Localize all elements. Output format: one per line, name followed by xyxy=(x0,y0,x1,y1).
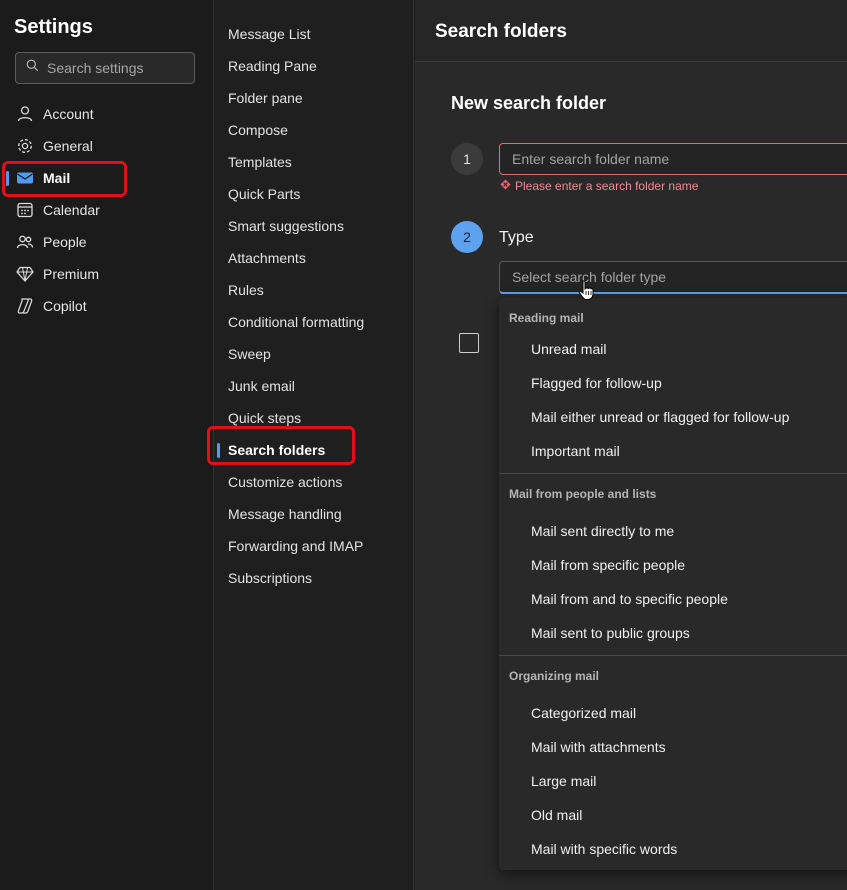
settings-sidebar: Settings Account General xyxy=(0,0,214,890)
nav-item-label: Copilot xyxy=(43,298,87,314)
nav-item-label: Premium xyxy=(43,266,100,282)
settings-nav: Account General Mail Calendar People Pre… xyxy=(0,98,214,322)
dropdown-group-people-lists: Mail from people and lists Mail sent dir… xyxy=(499,474,847,656)
content-header: Search folders xyxy=(415,0,847,62)
mail-setting-message-handling[interactable]: Message handling xyxy=(215,498,414,530)
dropdown-option-specific-words[interactable]: Mail with specific words xyxy=(499,832,847,866)
copilot-icon xyxy=(16,297,34,315)
step-1-badge: 1 xyxy=(451,143,483,175)
settings-search-input[interactable] xyxy=(47,60,197,76)
mail-setting-compose[interactable]: Compose xyxy=(215,114,414,146)
mail-setting-reading-pane[interactable]: Reading Pane xyxy=(215,50,414,82)
mail-setting-quick-parts[interactable]: Quick Parts xyxy=(215,178,414,210)
dropdown-group-header: Organizing mail xyxy=(509,669,600,683)
dropdown-option-flagged[interactable]: Flagged for follow-up xyxy=(499,366,847,400)
dropdown-option-from-specific-people[interactable]: Mail from specific people xyxy=(499,548,847,582)
nav-item-people[interactable]: People xyxy=(0,226,214,258)
dropdown-option-unread-or-flagged[interactable]: Mail either unread or flagged for follow… xyxy=(499,400,847,434)
dropdown-option-public-groups[interactable]: Mail sent to public groups xyxy=(499,616,847,650)
mail-setting-folder-pane[interactable]: Folder pane xyxy=(215,82,414,114)
dropdown-option-unread-mail[interactable]: Unread mail xyxy=(499,332,847,366)
gear-icon xyxy=(16,137,34,155)
search-icon xyxy=(26,59,39,77)
calendar-icon xyxy=(16,201,34,219)
mail-setting-junk-email[interactable]: Junk email xyxy=(215,370,414,402)
dropdown-option-large-mail[interactable]: Large mail xyxy=(499,764,847,798)
dropdown-group-header: Reading mail xyxy=(509,311,584,325)
page-title: Search folders xyxy=(435,21,567,42)
mail-settings-pane: Message List Reading Pane Folder pane Co… xyxy=(207,0,414,890)
mail-setting-attachments[interactable]: Attachments xyxy=(215,242,414,274)
search-folders-content: Search folders New search folder 1 Pleas… xyxy=(415,0,847,890)
nav-item-premium[interactable]: Premium xyxy=(0,258,214,290)
type-label: Type xyxy=(499,229,534,246)
mail-setting-conditional-formatting[interactable]: Conditional formatting xyxy=(215,306,414,338)
mail-setting-sweep[interactable]: Sweep xyxy=(215,338,414,370)
search-folder-name-input[interactable] xyxy=(499,143,847,175)
dropdown-option-from-to-specific-people[interactable]: Mail from and to specific people xyxy=(499,582,847,616)
nav-item-calendar[interactable]: Calendar xyxy=(0,194,214,226)
person-icon xyxy=(16,105,34,123)
option-checkbox[interactable] xyxy=(459,333,479,353)
section-title: New search folder xyxy=(451,93,607,113)
dropdown-group-organizing-mail: Organizing mail Categorized mail Mail wi… xyxy=(499,656,847,866)
dropdown-option-with-attachments[interactable]: Mail with attachments xyxy=(499,730,847,764)
nav-item-label: Mail xyxy=(43,170,71,186)
error-icon xyxy=(500,179,515,193)
people-icon xyxy=(16,233,34,251)
nav-item-general[interactable]: General xyxy=(0,130,214,162)
dropdown-option-categorized-mail[interactable]: Categorized mail xyxy=(499,696,847,730)
step-2-badge: 2 xyxy=(451,221,483,253)
dropdown-option-important-mail[interactable]: Important mail xyxy=(499,434,847,468)
folder-type-dropdown: Reading mail Unread mail Flagged for fol… xyxy=(499,298,847,870)
nav-item-label: Calendar xyxy=(43,202,100,218)
mail-icon xyxy=(16,169,34,187)
dropdown-option-old-mail[interactable]: Old mail xyxy=(499,798,847,832)
error-text: Please enter a search folder name xyxy=(515,179,699,193)
name-error-message: Please enter a search folder name xyxy=(500,179,698,193)
folder-type-select[interactable]: Select search folder type xyxy=(499,261,847,294)
mail-setting-customize-actions[interactable]: Customize actions xyxy=(215,466,414,498)
mail-setting-templates[interactable]: Templates xyxy=(215,146,414,178)
nav-item-label: General xyxy=(43,138,93,154)
hand-pointer-icon xyxy=(578,280,594,302)
settings-search-box[interactable] xyxy=(15,52,197,84)
mail-setting-subscriptions[interactable]: Subscriptions xyxy=(215,562,414,594)
settings-title: Settings xyxy=(14,16,93,38)
mail-setting-search-folders[interactable]: Search folders xyxy=(215,434,414,466)
settings-app: Settings Account General xyxy=(0,0,847,890)
dropdown-group-header: Mail from people and lists xyxy=(509,487,657,501)
mail-setting-quick-steps[interactable]: Quick steps xyxy=(215,402,414,434)
nav-item-account[interactable]: Account xyxy=(0,98,214,130)
mail-settings-list: Message List Reading Pane Folder pane Co… xyxy=(215,18,414,594)
mail-setting-smart-suggestions[interactable]: Smart suggestions xyxy=(215,210,414,242)
nav-item-label: Account xyxy=(43,106,94,122)
mail-setting-message-list[interactable]: Message List xyxy=(215,18,414,50)
nav-item-copilot[interactable]: Copilot xyxy=(0,290,214,322)
mail-setting-rules[interactable]: Rules xyxy=(215,274,414,306)
mail-setting-forwarding-imap[interactable]: Forwarding and IMAP xyxy=(215,530,414,562)
dropdown-option-sent-directly[interactable]: Mail sent directly to me xyxy=(499,514,847,548)
dropdown-group-reading-mail: Reading mail Unread mail Flagged for fol… xyxy=(499,298,847,474)
nav-item-label: People xyxy=(43,234,87,250)
nav-item-mail[interactable]: Mail xyxy=(0,162,214,194)
diamond-icon xyxy=(16,265,34,283)
